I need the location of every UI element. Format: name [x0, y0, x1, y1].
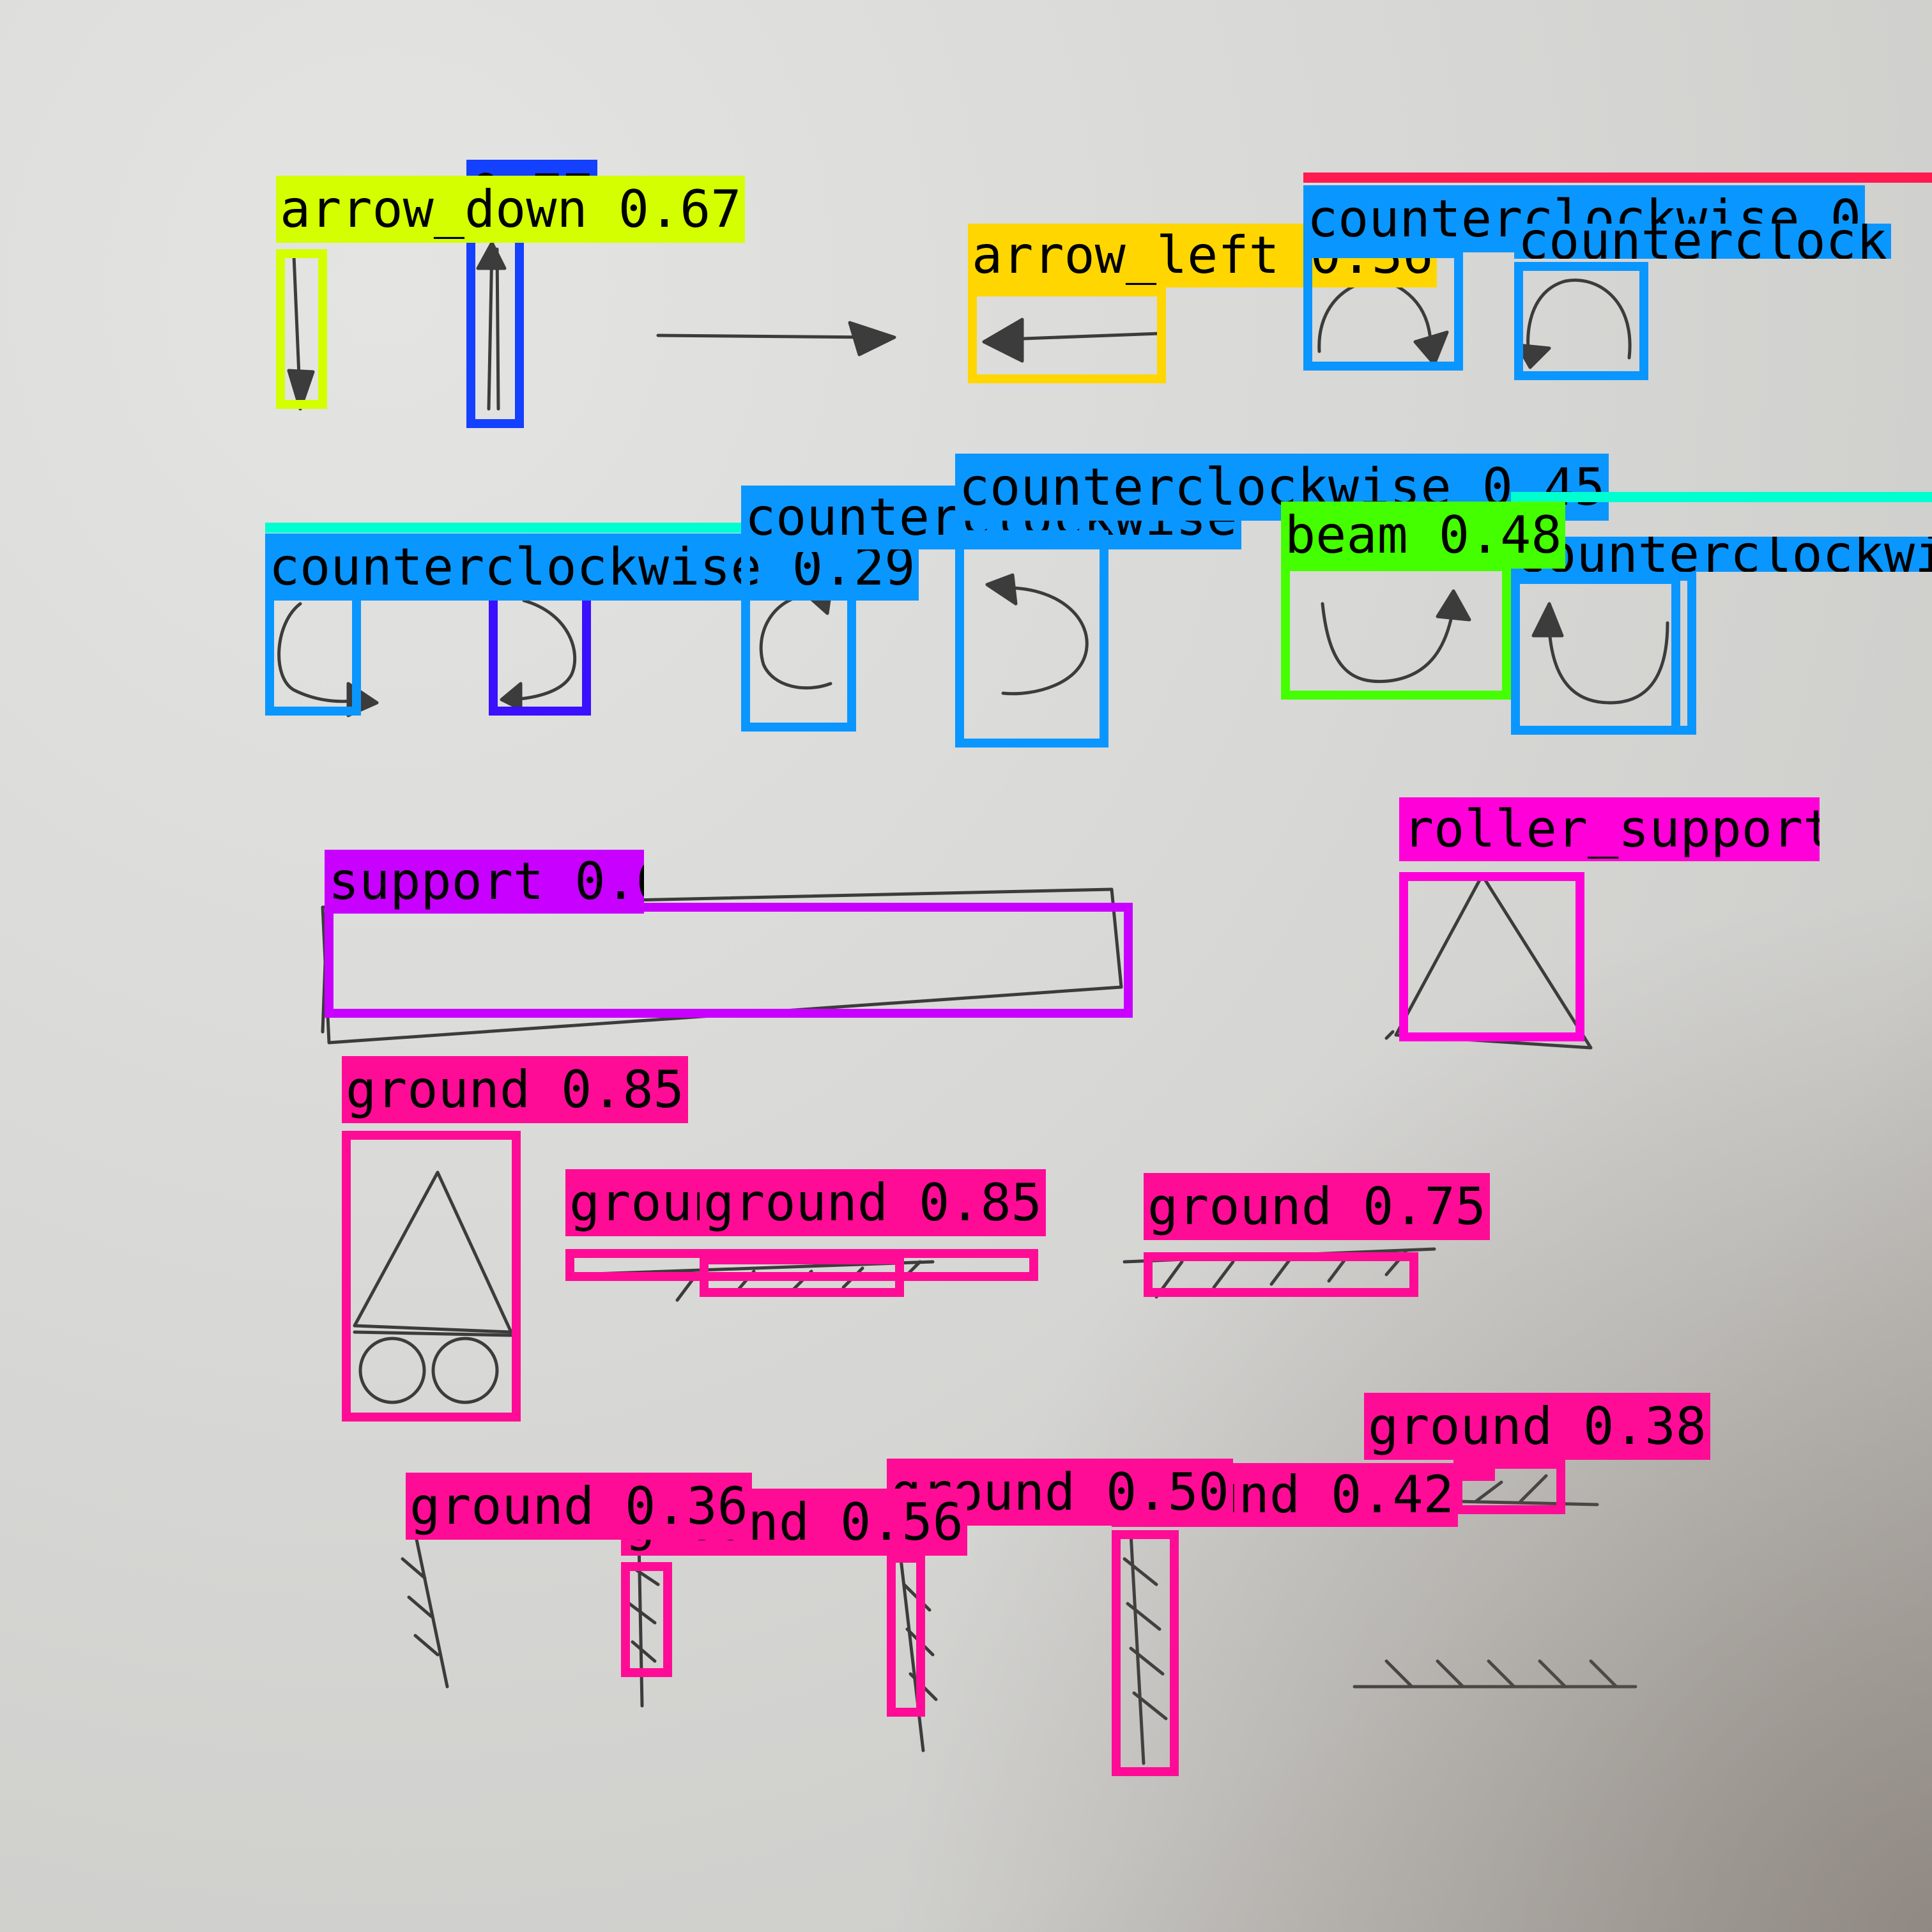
bounding-box — [466, 230, 524, 428]
detection-label: ground 0.85 — [342, 1056, 688, 1123]
detection-label: support 0.63 — [325, 850, 644, 914]
detection-label: ground 0.75 — [1144, 1173, 1490, 1240]
bounding-box — [955, 530, 1108, 747]
bounding-box — [1514, 262, 1648, 380]
bounding-box — [489, 588, 591, 716]
bounding-box — [1511, 575, 1680, 735]
bounding-box — [1281, 562, 1511, 700]
bounding-box — [700, 1255, 904, 1297]
bounding-box — [325, 903, 1133, 1018]
sketch-arrow-right — [656, 321, 896, 356]
detection-label: roller_support 0.91 — [1399, 797, 1820, 861]
bounding-box — [265, 591, 361, 716]
bounding-box — [276, 249, 327, 409]
detection-bar — [1511, 492, 1932, 502]
detection-label: ground 0.36 — [406, 1473, 752, 1540]
bounding-box — [741, 543, 856, 732]
photo-canvas: 0.77arrow_down 0.67arrow_left 0.36counte… — [0, 0, 1932, 1932]
detection-label: ground 0.38 — [1364, 1393, 1710, 1460]
bounding-box — [1144, 1252, 1418, 1297]
bounding-box — [342, 1131, 521, 1422]
detection-label: ground 0.85 — [700, 1169, 1046, 1236]
bounding-box — [1303, 249, 1463, 371]
detection-label: arrow_down 0.67 — [276, 176, 746, 243]
detection-label: counterclock — [1514, 224, 1891, 259]
detection-bar — [1303, 172, 1932, 183]
bounding-box — [887, 1554, 925, 1717]
detection-label: beam 0.48 — [1281, 502, 1566, 569]
detection-label: counterclockwise 0. — [1511, 537, 1932, 572]
bounding-box — [968, 288, 1166, 383]
bounding-box — [1112, 1530, 1179, 1776]
bounding-box — [1399, 872, 1584, 1041]
bounding-box — [621, 1562, 672, 1677]
